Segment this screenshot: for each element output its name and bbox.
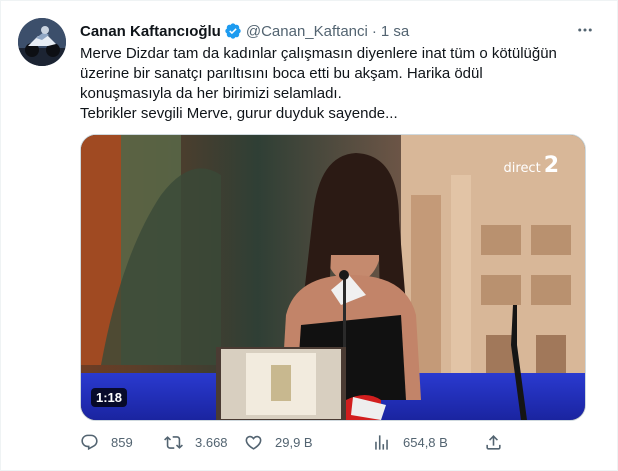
reply-count: 859 [111,434,133,450]
video-duration-badge: 1:18 [91,388,128,407]
like-icon [245,435,262,450]
share-button[interactable] [484,431,503,453]
views-button[interactable]: 654,8 B [372,431,448,453]
tweet-header: Canan Kaftancıoğlu @Canan_Kaftanci · 1 s… [80,21,409,41]
tweet-text-line: Tebrikler sevgili Merve, gurur duyduk sa… [80,105,398,122]
retweet-icon [164,435,183,449]
channel-logo-text: direct [503,161,541,176]
views-count: 654,8 B [403,434,448,450]
tweet-card[interactable]: Canan Kaftancıoğlu @Canan_Kaftanci · 1 s… [0,0,618,471]
more-options-icon[interactable] [573,18,597,42]
channel-logo-number: 2 [543,153,559,178]
separator-dot: · [371,22,377,40]
views-icon [375,434,388,450]
retweet-button[interactable]: 3.668 [164,431,228,453]
like-count: 29,9 B [275,434,313,450]
verified-badge-icon[interactable] [224,22,242,40]
retweet-count: 3.668 [195,434,228,450]
channel-logo: direct 2 [504,153,559,178]
like-button[interactable]: 29,9 B [244,431,313,453]
timestamp[interactable]: 1 sa [381,23,409,40]
tweet-text-line: konuşmasıyla da her birimizi selamladı. [80,85,342,102]
tweet-text: Merve Dizdar tam da kadınlar çalışmasın … [80,44,595,124]
reply-button[interactable]: 859 [80,431,133,453]
share-icon [486,434,501,450]
avatar[interactable] [18,18,66,66]
video-player[interactable]: direct 2 1:18 [80,134,586,421]
reply-icon [81,434,98,450]
display-name[interactable]: Canan Kaftancıoğlu [80,23,221,40]
tweet-text-line: üzerine bir sanatçı parıltısını boca ett… [80,65,483,82]
user-handle[interactable]: @Canan_Kaftanci [246,23,368,40]
tweet-actions: 859 3.668 29,9 B 654,8 B [80,431,510,453]
tweet-text-line: Merve Dizdar tam da kadınlar çalışmasın … [80,45,557,62]
